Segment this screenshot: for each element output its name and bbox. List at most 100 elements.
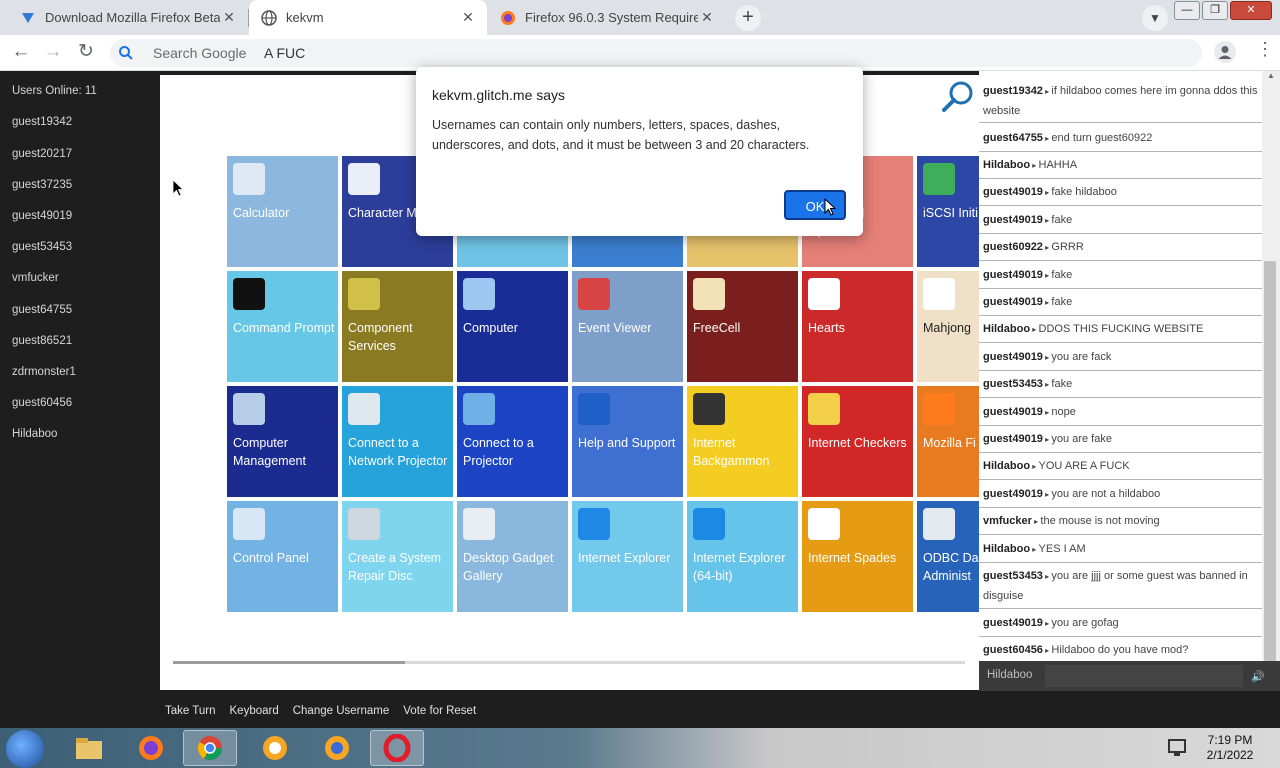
user-list-item[interactable]: guest53453 [12,241,72,253]
close-tab-icon[interactable]: ✕ [459,9,477,26]
explorer-icon[interactable] [62,730,116,766]
firefox-icon[interactable] [124,730,178,766]
chat-username[interactable]: Hildaboo [983,543,1030,555]
minimize-icon[interactable]: — [1174,1,1200,20]
chat-message: Hildaboo ▸ DDOS THIS FUCKING WEBSITE [979,316,1262,343]
tile-label: Event Viewer [578,321,652,335]
scrollbar-thumb[interactable] [173,661,405,664]
user-list-item[interactable]: zdrmonster1 [12,366,76,378]
chat-username[interactable]: guest60456 [983,644,1043,656]
tile-internet-explorer[interactable]: Internet Explorer [572,501,683,612]
brave-icon[interactable] [310,730,364,766]
tile-computer[interactable]: Computer [457,271,568,382]
chat-username[interactable]: guest49019 [983,433,1043,445]
scroll-up-icon[interactable]: ▲ [1264,71,1278,83]
chat-username[interactable]: guest49019 [983,488,1043,500]
network-icon[interactable] [1166,736,1192,760]
chat-username[interactable]: vmfucker [983,515,1032,527]
tile-iscsi-initi[interactable]: iSCSI Initi [917,156,979,267]
chat-username[interactable]: Hildaboo [983,159,1030,171]
close-window-icon[interactable]: ✕ [1230,1,1272,20]
start-button[interactable] [6,730,44,768]
user-list-item[interactable]: guest64755 [12,304,72,316]
tile-command-prompt[interactable]: Command Prompt [227,271,338,382]
chat-username[interactable]: guest49019 [983,269,1043,281]
tile-odbc-da-source-administ[interactable]: ODBC Da Source Administ [917,501,979,612]
tile-mahjong[interactable]: Mahjong [917,271,979,382]
user-list-item[interactable]: vmfucker [12,272,59,284]
tile-computer-management[interactable]: Computer Management [227,386,338,497]
tile-internet-checkers[interactable]: Internet Checkers [802,386,913,497]
brave-icon[interactable] [248,730,302,766]
tile-freecell[interactable]: FreeCell [687,271,798,382]
vm-horizontal-scrollbar[interactable] [173,661,965,664]
tile-control-panel[interactable]: Control Panel [227,501,338,612]
user-list-item[interactable]: guest37235 [12,179,72,191]
tile-calculator[interactable]: Calculator [227,156,338,267]
chat-username[interactable]: guest53453 [983,378,1043,390]
system-clock[interactable]: 7:19 PM 2/1/2022 [1200,733,1260,763]
user-list-item[interactable]: guest60456 [12,397,72,409]
back-arrow-icon[interactable]: ← [9,40,33,64]
user-list-item[interactable]: Hildaboo [12,428,57,440]
chat-text: the mouse is not moving [1040,515,1160,527]
user-list-item[interactable]: guest86521 [12,335,72,347]
chat-username[interactable]: guest49019 [983,296,1043,308]
scrollbar-thumb[interactable] [1264,261,1276,661]
repair-disc-icon [348,508,380,540]
tile-create-a-system-repair-disc[interactable]: Create a System Repair Disc [342,501,453,612]
chat-text: HAHHA [1038,159,1078,171]
ok-button[interactable]: OK [784,190,846,220]
tile-help-and-support[interactable]: Help and Support [572,386,683,497]
chat-username[interactable]: guest49019 [983,406,1043,418]
change-username-button[interactable]: Change Username [293,705,390,717]
close-tab-icon[interactable]: ✕ [220,9,238,26]
forward-arrow-icon[interactable]: → [41,40,65,64]
chat-username[interactable]: Hildaboo [983,460,1030,472]
tab-firefox-requirements[interactable]: Firefox 96.0.3 System Requirements ✕ [488,0,726,35]
tile-mozilla-fi[interactable]: Mozilla Fi [917,386,979,497]
magnifier-icon[interactable] [940,79,976,115]
tile-desktop-gadget-gallery[interactable]: Desktop Gadget Gallery [457,501,568,612]
user-list-item[interactable]: guest20217 [12,148,72,160]
profile-icon[interactable] [1214,41,1236,63]
chat-username[interactable]: guest49019 [983,617,1043,629]
chat-username[interactable]: guest49019 [983,351,1043,363]
close-tab-icon[interactable]: ✕ [698,9,716,26]
chrome-icon[interactable] [183,730,237,766]
tile-connect-to-a-projector[interactable]: Connect to a Projector [457,386,568,497]
tile-component-services[interactable]: Component Services [342,271,453,382]
user-list-item[interactable]: guest49019 [12,210,72,222]
reload-icon[interactable]: ↻ [74,40,98,64]
chat-username[interactable]: guest19342 [983,85,1043,97]
chat-username[interactable]: guest53453 [983,570,1043,582]
address-bar[interactable]: Search Google A FUC [110,39,1202,67]
projector-icon [463,393,495,425]
user-list-item[interactable]: guest19342 [12,116,72,128]
vote-reset-button[interactable]: Vote for Reset [403,705,476,717]
tile-internet-backgammon[interactable]: Internet Backgammon [687,386,798,497]
speaker-icon[interactable]: 🔊 [1251,670,1265,683]
chat-username[interactable]: guest49019 [983,214,1043,226]
chat-username[interactable]: guest49019 [983,186,1043,198]
keyboard-button[interactable]: Keyboard [230,705,279,717]
chat-scrollbar[interactable]: ▲ [1262,71,1280,661]
chat-username[interactable]: Hildaboo [983,323,1030,335]
tile-internet-spades[interactable]: Internet Spades [802,501,913,612]
tile-internet-explorer-64-bit[interactable]: Internet Explorer (64-bit) [687,501,798,612]
opera-icon[interactable] [370,730,424,766]
chevron-down-icon[interactable]: ▼ [1142,5,1168,31]
take-turn-button[interactable]: Take Turn [165,705,216,717]
chat-username[interactable]: guest64755 [983,132,1043,144]
tab-firefox-beta[interactable]: Download Mozilla Firefox Beta 96 ✕ [8,0,248,35]
component-services-icon [348,278,380,310]
chat-username[interactable]: guest60922 [983,241,1043,253]
tile-connect-to-a-network-projector[interactable]: Connect to a Network Projector [342,386,453,497]
chat-input[interactable] [1045,665,1243,687]
tab-kekvm[interactable]: kekvm ✕ [249,0,487,35]
new-tab-button[interactable]: + [735,5,761,31]
menu-dots-icon[interactable]: ⋮ [1256,39,1274,60]
maximize-icon[interactable]: ❐ [1202,1,1228,20]
tile-hearts[interactable]: Hearts [802,271,913,382]
tile-event-viewer[interactable]: Event Viewer [572,271,683,382]
